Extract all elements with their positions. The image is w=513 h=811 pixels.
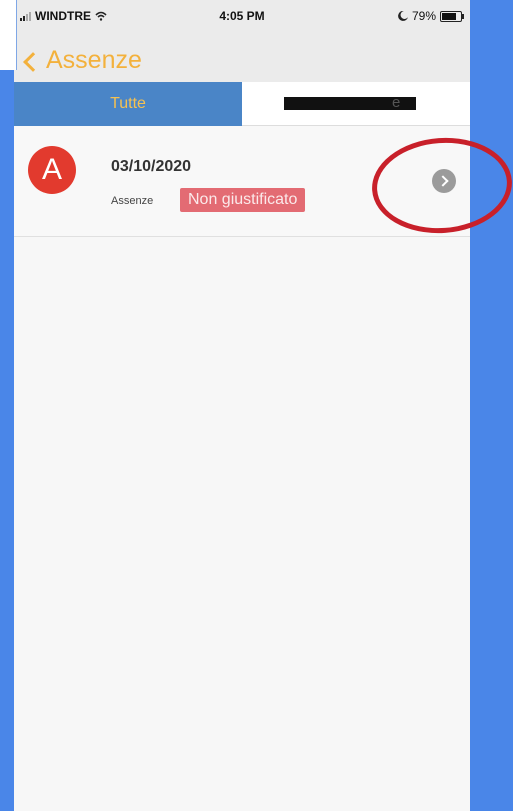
tab-tutte-label: Tutte [110, 95, 146, 112]
tab-other-label-suffix: e [392, 94, 401, 111]
battery-icon [440, 10, 464, 22]
back-button-label: Assenze [46, 46, 142, 74]
tab-tutte[interactable]: Tutte [14, 82, 242, 126]
absence-date: 03/10/2020 [111, 158, 192, 175]
phone-screen: WINDTRE 4:05 PM 79% Assenze Tutte e A 03… [14, 0, 470, 811]
tab-other[interactable]: e [242, 82, 470, 126]
navigation-bar: Assenze [14, 34, 470, 83]
chevron-left-icon [23, 51, 43, 72]
segmented-control: Tutte e [14, 82, 470, 126]
status-badge: Non giustificato [180, 188, 306, 212]
top-left-corner [0, 0, 17, 70]
moon-icon [398, 11, 408, 21]
list-item[interactable]: A 03/10/2020 Assenze Non giustificato [14, 126, 470, 237]
avatar: A [28, 146, 76, 194]
frame-right [470, 0, 513, 811]
absence-type: Assenze [111, 195, 154, 207]
battery-percent: 79% [411, 9, 436, 23]
chevron-right-circle-icon[interactable] [432, 169, 456, 193]
back-button[interactable]: Assenze [23, 46, 142, 75]
frame-left [0, 0, 14, 811]
status-right: 79% [398, 9, 464, 23]
status-bar: WINDTRE 4:05 PM 79% [14, 0, 470, 34]
